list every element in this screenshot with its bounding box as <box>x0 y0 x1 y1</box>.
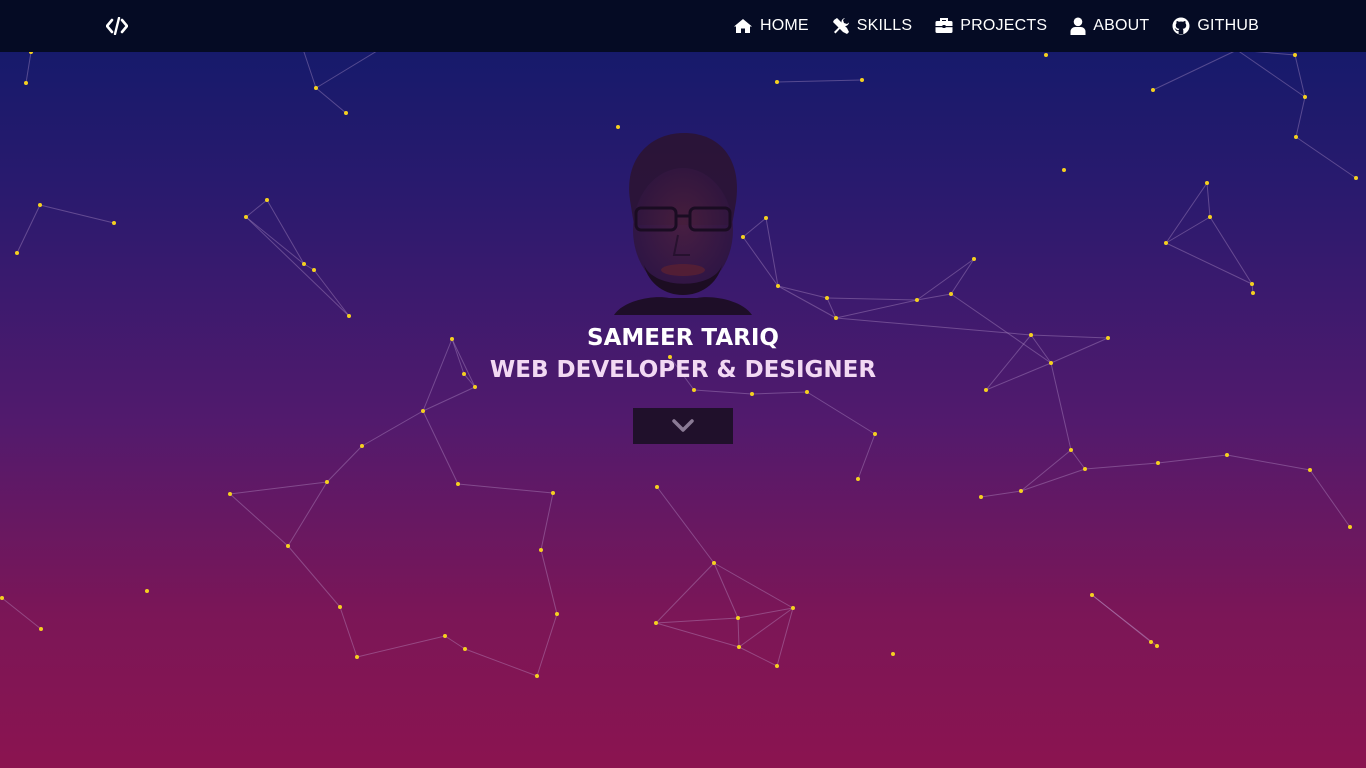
tools-icon <box>832 18 849 34</box>
profile-photo <box>614 133 752 315</box>
code-icon <box>106 17 128 35</box>
nav-label-about: ABOUT <box>1093 17 1150 34</box>
nav-menu: HOME SKILLS PROJECTS ABOUT GITHUB <box>710 0 1259 52</box>
nav-label-skills: SKILLS <box>856 17 913 34</box>
nav-item-projects[interactable]: PROJECTS <box>935 17 1047 35</box>
nav-label-home: HOME <box>759 17 809 34</box>
nav-item-github[interactable]: GITHUB <box>1172 17 1259 35</box>
nav-item-skills[interactable]: SKILLS <box>832 17 912 35</box>
chevron-down-icon <box>672 419 694 432</box>
nav-item-about[interactable]: ABOUT <box>1070 17 1149 35</box>
nav-label-github: GITHUB <box>1197 17 1259 34</box>
hero-name: SAMEER TARIQ <box>587 325 779 351</box>
briefcase-icon <box>935 18 953 33</box>
nav-label-projects: PROJECTS <box>960 17 1048 34</box>
hero-role: WEB DEVELOPER & DESIGNER <box>489 357 877 383</box>
user-icon <box>1070 17 1086 35</box>
nav-item-home[interactable]: HOME <box>733 17 809 35</box>
github-icon <box>1172 17 1190 35</box>
scroll-down-button[interactable] <box>633 408 733 444</box>
brand-logo[interactable] <box>105 14 129 38</box>
top-navbar: HOME SKILLS PROJECTS ABOUT GITHUB <box>0 0 1366 52</box>
home-icon <box>733 19 752 33</box>
hero-section: SAMEER TARIQ WEB DEVELOPER & DESIGNER <box>0 0 1366 768</box>
